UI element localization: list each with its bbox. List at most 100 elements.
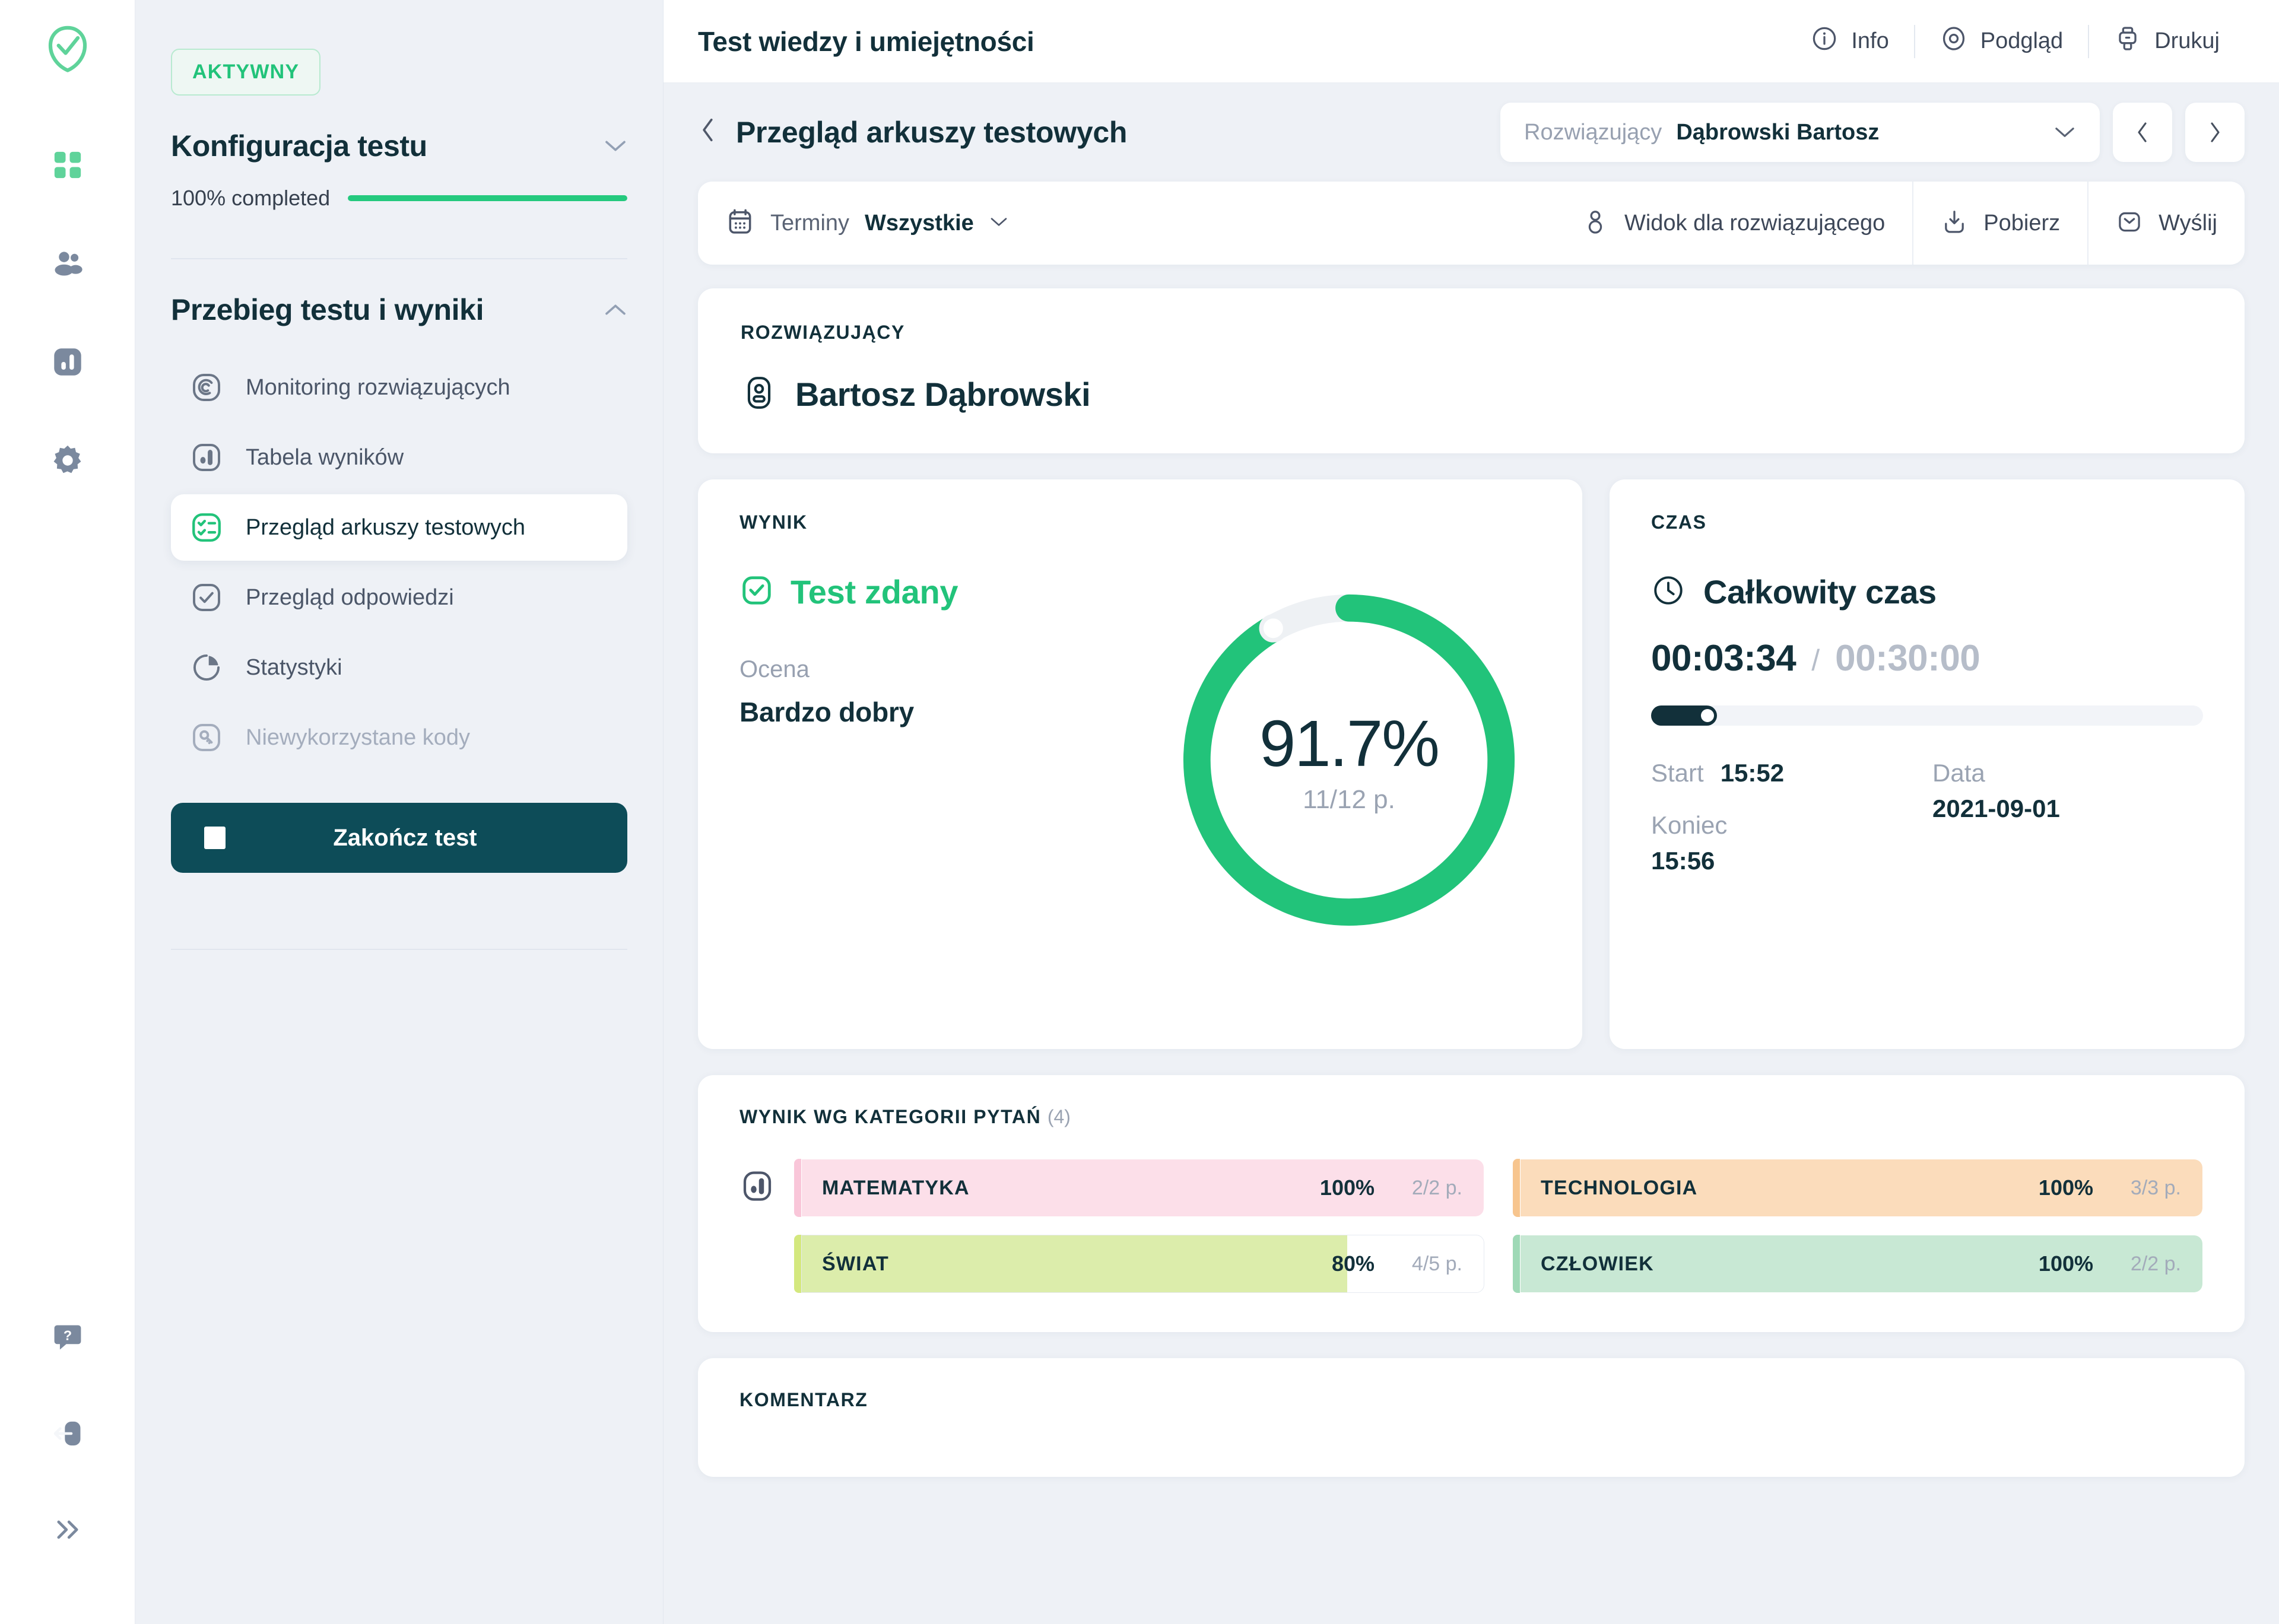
start-value: 15:52 [1720,759,1785,787]
category-percent: 80% [1331,1251,1375,1276]
end-label: Koniec [1651,811,1728,839]
category-row[interactable]: TECHNOLOGIA 100% 3/3 p. [1513,1159,2203,1217]
config-progress: 100% completed [171,186,627,211]
rail-item-expand[interactable] [41,1504,94,1558]
sidebar-item-label: Statystyki [246,654,342,680]
category-bar: ŚWIAT 80% 4/5 p. [801,1235,1484,1293]
config-section-header[interactable]: Konfiguracja testu [171,129,627,163]
print-button[interactable]: Drukuj [2089,25,2245,58]
time-values: 00:03:34 / 00:30:00 [1651,637,2203,679]
terminy-filter[interactable]: Terminy Wszystkie [698,182,1036,265]
rail-item-logout[interactable] [41,1408,94,1461]
result-time-row: WYNIK Test zdany Ocena Bardzo dobry 91.7… [698,479,2245,1049]
download-button[interactable]: Pobierz [1913,182,2087,265]
category-name: CZŁOWIEK [1541,1252,1654,1275]
send-button[interactable]: Wyślij [2088,182,2245,265]
solver-select[interactable]: Rozwiązujący Dąbrowski Bartosz [1500,103,2100,162]
end-test-button[interactable]: Zakończ test [171,803,627,873]
categories-label-text: WYNIK WG KATEGORII PYTAŃ [739,1106,1042,1127]
sidebar-item-label: Niewykorzystane kody [246,724,471,750]
preview-button[interactable]: Podgląd [1915,25,2088,58]
category-accent [794,1159,801,1217]
category-content: MATEMATYKA 100% 2/2 p. [802,1159,1484,1216]
solver-name-row: Bartosz Dąbrowski [741,374,2202,414]
help-question-icon: ? [51,1321,84,1357]
icon-rail: ? [0,0,135,1624]
category-bar: TECHNOLOGIA 100% 3/3 p. [1520,1159,2203,1217]
pass-status-text: Test zdany [791,573,958,611]
time-meta-grid: Start 15:52 Koniec 15:56 Data 2021-09-01 [1651,759,2203,875]
category-bar: CZŁOWIEK 100% 2/2 p. [1520,1235,2203,1293]
chevron-up-icon[interactable] [604,299,627,320]
config-progress-track [348,195,627,201]
category-percent: 100% [2038,1175,2093,1200]
print-button-label: Drukuj [2154,28,2220,53]
next-solver-button[interactable] [2185,103,2245,162]
send-label: Wyślij [2159,210,2217,236]
rail-item-help[interactable]: ? [41,1312,94,1365]
sidebar-item-test-sheets[interactable]: Przegląd arkuszy testowych [171,494,627,561]
grid-dashboard-icon [51,148,84,185]
category-row[interactable]: ŚWIAT 80% 4/5 p. [794,1235,1484,1293]
results-section-title: Przebieg testu i wyniki [171,293,484,326]
sidebar-item-unused-codes[interactable]: Niewykorzystane kody [171,704,627,771]
rail-item-users[interactable] [41,238,94,291]
sidebar-item-answers[interactable]: Przegląd odpowiedzi [171,564,627,631]
solver-select-value: Dąbrowski Bartosz [1676,119,1880,145]
sidebar-item-statistics[interactable]: Statystyki [171,634,627,701]
date-value: 2021-09-01 [1932,794,2060,822]
category-content: ŚWIAT 80% 4/5 p. [802,1235,1484,1292]
score-points: 11/12 p. [1303,784,1395,814]
main-area: Test wiedzy i umiejętności Info Podgląd … [664,0,2279,1624]
category-name: ŚWIAT [822,1252,890,1275]
category-row[interactable]: MATEMATYKA 100% 2/2 p. [794,1159,1484,1217]
info-circle-icon [1811,25,1838,58]
content-scroll: Przegląd arkuszy testowych Rozwiązujący … [664,83,2279,1624]
rail-nav [41,139,94,488]
info-button[interactable]: Info [1786,25,1913,58]
donut-center-labels: 91.7% 11/12 p. [1168,579,1530,941]
result-card-label: WYNIK [739,511,808,533]
solver-select-label: Rozwiązujący [1524,119,1662,145]
monitoring-icon [188,368,226,406]
content-toolbar: Terminy Wszystkie Widok dla rozwiązujące… [698,182,2245,265]
result-card: WYNIK Test zdany Ocena Bardzo dobry 91.7… [698,479,1582,1049]
categories-grid: MATEMATYKA 100% 2/2 p. TECHNOLOGIA 100% … [794,1159,2203,1293]
chevron-down-icon[interactable] [604,135,627,157]
time-separator: / [1811,644,1820,677]
app-logo[interactable] [43,24,92,75]
rail-item-dashboard[interactable] [41,139,94,193]
solver-card: ROZWIĄZUJĄCY Bartosz Dąbrowski [698,288,2245,453]
test-sheets-icon [188,509,226,546]
prev-solver-button[interactable] [2113,103,2172,162]
top-bar-actions: Info Podgląd Drukuj [1786,24,2245,58]
start-label: Start [1651,759,1704,787]
terminy-label: Terminy [770,210,850,236]
chevron-left-icon[interactable] [698,116,718,148]
category-points: 4/5 p. [1411,1252,1462,1275]
preview-button-label: Podgląd [1980,28,2064,53]
bar-chart-icon [50,345,85,382]
category-name: TECHNOLOGIA [1541,1176,1698,1199]
status-badge: AKTYWNY [171,49,321,96]
rail-item-settings[interactable] [41,435,94,488]
category-content: TECHNOLOGIA 100% 3/3 p. [1521,1159,2202,1216]
results-section-header[interactable]: Przebieg testu i wyniki [171,293,627,327]
category-accent [1513,1235,1520,1293]
category-row[interactable]: CZŁOWIEK 100% 2/2 p. [1513,1235,2203,1293]
category-name: MATEMATYKA [822,1176,970,1199]
solver-view-label: Widok dla rozwiązującego [1624,210,1886,236]
logout-icon [51,1417,84,1453]
categories-card-label: WYNIK WG KATEGORII PYTAŃ (4) [739,1106,2203,1128]
panel-divider-bottom [171,949,627,950]
chevron-down-icon [989,216,1008,231]
breadcrumb-title: Przegląd arkuszy testowych [736,116,1128,149]
time-progress-knob [1700,709,1714,722]
sidebar-item-monitoring[interactable]: Monitoring rozwiązujących [171,354,627,421]
time-meta-right: Data 2021-09-01 [1932,759,2203,875]
sidebar-item-results-table[interactable]: Tabela wyników [171,424,627,491]
categories-body: MATEMATYKA 100% 2/2 p. TECHNOLOGIA 100% … [739,1159,2203,1293]
solver-view-button[interactable]: Widok dla rozwiązującego [1554,182,1912,265]
rail-item-reports[interactable] [41,336,94,390]
time-meta-left: Start 15:52 Koniec 15:56 [1651,759,1922,875]
